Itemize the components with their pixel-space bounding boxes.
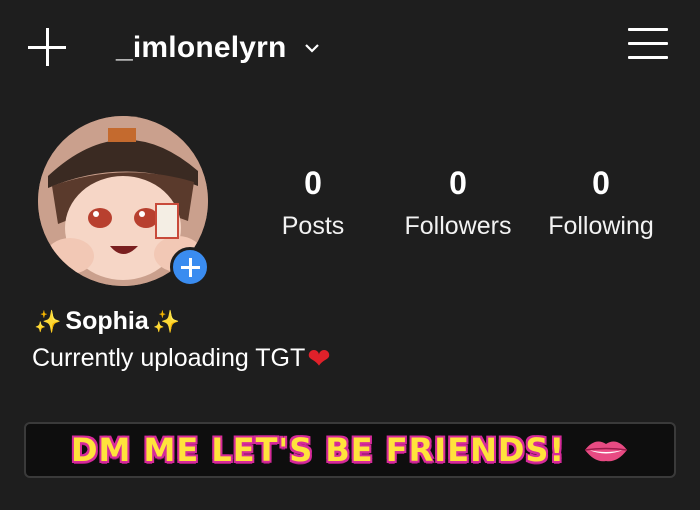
- top-bar: _imlonelyrn: [0, 0, 700, 95]
- following-stat[interactable]: 0 Following: [540, 165, 662, 241]
- display-name-text: Sophia: [65, 307, 149, 335]
- posts-stat[interactable]: 0 Posts: [270, 165, 356, 241]
- sparkles-icon: ✨: [152, 308, 181, 334]
- sparkles-icon: ✨: [34, 308, 62, 334]
- lips-icon: [584, 441, 628, 462]
- banner-text: DM ME LET'S BE FRIENDS!: [70, 431, 566, 469]
- following-label: Following: [548, 212, 654, 240]
- display-name: ✨ Sophia ✨: [34, 307, 180, 336]
- bio-text: Currently uploading TGT: [32, 344, 306, 372]
- following-count: 0: [592, 165, 610, 201]
- followers-count: 0: [449, 165, 467, 201]
- posts-count: 0: [304, 165, 322, 201]
- heart-icon: ❤: [307, 343, 331, 374]
- followers-stat[interactable]: 0 Followers: [396, 165, 520, 241]
- username-switcher[interactable]: _imlonelyrn: [116, 28, 321, 68]
- followers-label: Followers: [404, 212, 512, 240]
- username[interactable]: _imlonelyrn: [116, 31, 287, 65]
- chevron-down-icon[interactable]: [303, 39, 321, 57]
- posts-label: Posts: [281, 212, 345, 240]
- bio: Currently uploading TGT ❤: [32, 342, 331, 375]
- bio-banner: DM ME LET'S BE FRIENDS!: [24, 422, 676, 478]
- hamburger-menu-icon[interactable]: [628, 26, 668, 62]
- add-story-icon[interactable]: [170, 247, 210, 287]
- plus-icon[interactable]: [28, 28, 66, 66]
